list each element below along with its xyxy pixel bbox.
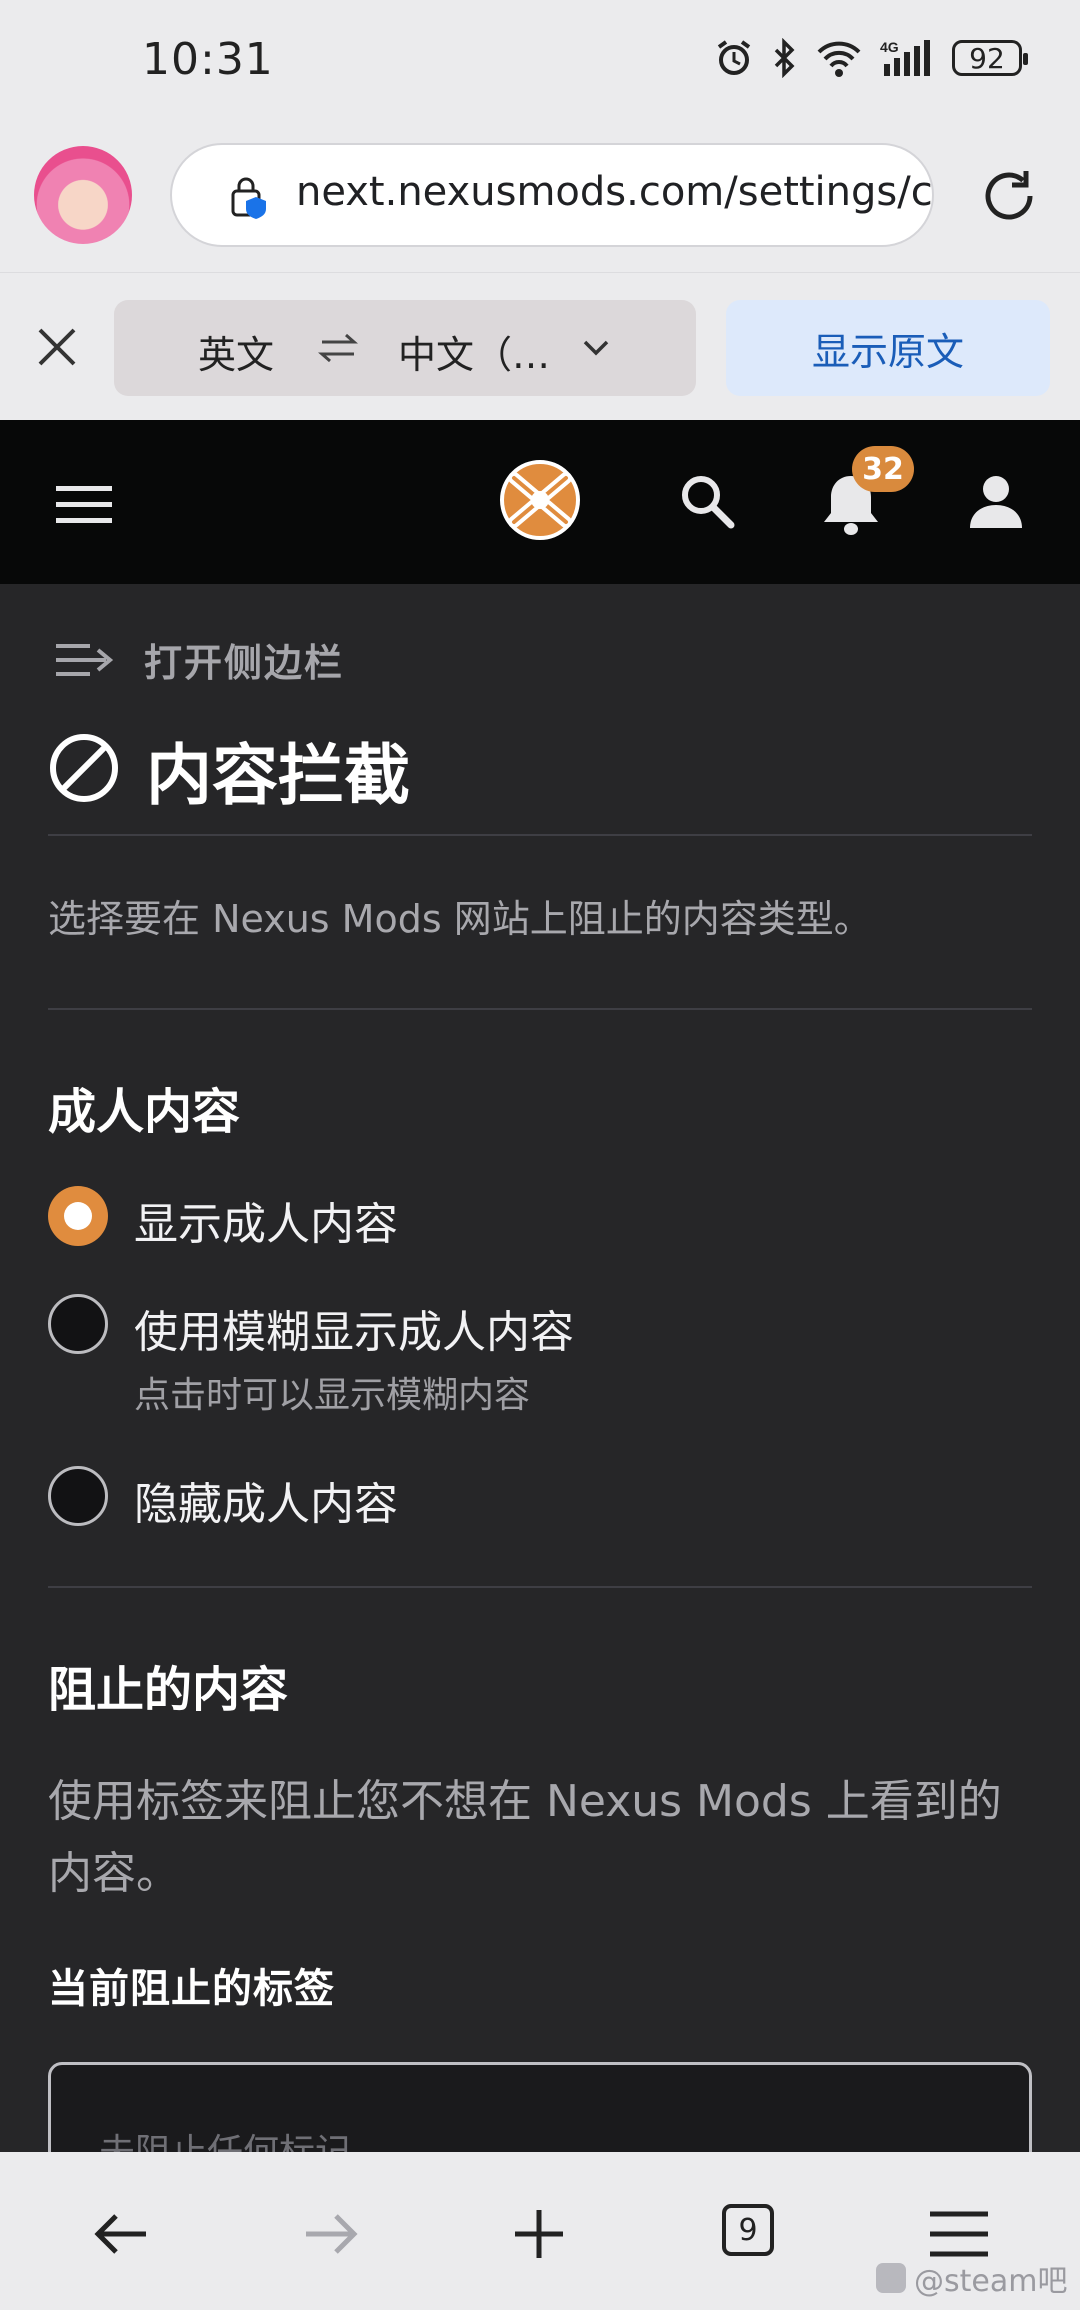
adult-content-heading: 成人内容 — [48, 1084, 241, 1140]
watermark-text: @steam吧 — [914, 2264, 1068, 2299]
watermark: @steam吧 — [876, 2256, 1067, 2300]
url-text[interactable]: next.nexusmods.com/settings/cc — [296, 169, 932, 215]
option-label-hide-adult[interactable]: 隐藏成人内容 — [134, 1468, 398, 1532]
source-language[interactable]: 英文 — [198, 324, 274, 379]
alarm-icon — [717, 40, 751, 75]
blocked-content-description: 使用标签来阻止您不想在 Nexus Mods 上看到的内容。 — [48, 1776, 1002, 1899]
status-bar: 10:31 4G 92 — [0, 0, 1080, 130]
radio-blur-adult[interactable] — [48, 1294, 108, 1354]
wifi-icon — [817, 41, 861, 77]
close-icon[interactable] — [32, 322, 82, 372]
url-bar[interactable]: next.nexusmods.com/settings/cc — [170, 143, 934, 247]
profile-avatar[interactable] — [34, 146, 132, 244]
open-sidebar-link[interactable]: 打开侧边栏 — [144, 632, 344, 687]
option-label-blur-adult[interactable]: 使用模糊显示成人内容 — [134, 1296, 574, 1360]
chevron-down-icon[interactable] — [582, 338, 610, 358]
lock-shield-icon[interactable] — [230, 175, 270, 219]
divider — [48, 1008, 1032, 1010]
blocked-content-heading: 阻止的内容 — [48, 1662, 289, 1718]
status-time: 10:31 — [142, 34, 274, 85]
menu-icon[interactable] — [56, 484, 112, 524]
watermark-logo — [876, 2263, 906, 2293]
option-label-show-adult[interactable]: 显示成人内容 — [134, 1188, 398, 1252]
svg-text:4G: 4G — [880, 39, 899, 55]
radio-show-adult[interactable] — [48, 1186, 108, 1246]
divider — [48, 1586, 1032, 1588]
swap-icon[interactable] — [318, 330, 358, 366]
tabs-icon[interactable]: 9 — [722, 2204, 774, 2256]
browser-menu-icon[interactable] — [924, 2204, 994, 2264]
search-icon[interactable] — [676, 470, 738, 532]
divider — [48, 834, 1032, 836]
intro-text: 选择要在 Nexus Mods 网站上阻止的内容类型。 — [48, 897, 872, 941]
notification-badge[interactable]: 32 — [852, 446, 914, 492]
page-title: 内容拦截 — [146, 737, 410, 814]
target-language[interactable]: 中文（… — [398, 324, 550, 379]
nexus-logo[interactable] — [496, 456, 584, 544]
signal-icon: 4G — [880, 39, 930, 76]
reload-icon[interactable] — [976, 163, 1042, 229]
show-original-button[interactable]: 显示原文 — [726, 300, 1050, 396]
status-icons: 4G 92 — [714, 38, 1028, 78]
block-icon — [50, 734, 118, 802]
user-icon[interactable] — [966, 474, 1026, 530]
bluetooth-icon — [774, 38, 795, 78]
forward-icon[interactable] — [296, 2204, 366, 2264]
sidebar-open-icon[interactable] — [54, 640, 116, 680]
radio-hide-adult[interactable] — [48, 1466, 108, 1526]
option-sub-blur-adult: 点击时可以显示模糊内容 — [134, 1375, 531, 1416]
battery-indicator: 92 — [952, 40, 1028, 76]
current-blocked-tags-heading: 当前阻止的标签 — [48, 1966, 335, 2012]
back-icon[interactable] — [86, 2204, 156, 2264]
new-tab-icon[interactable] — [504, 2204, 574, 2264]
